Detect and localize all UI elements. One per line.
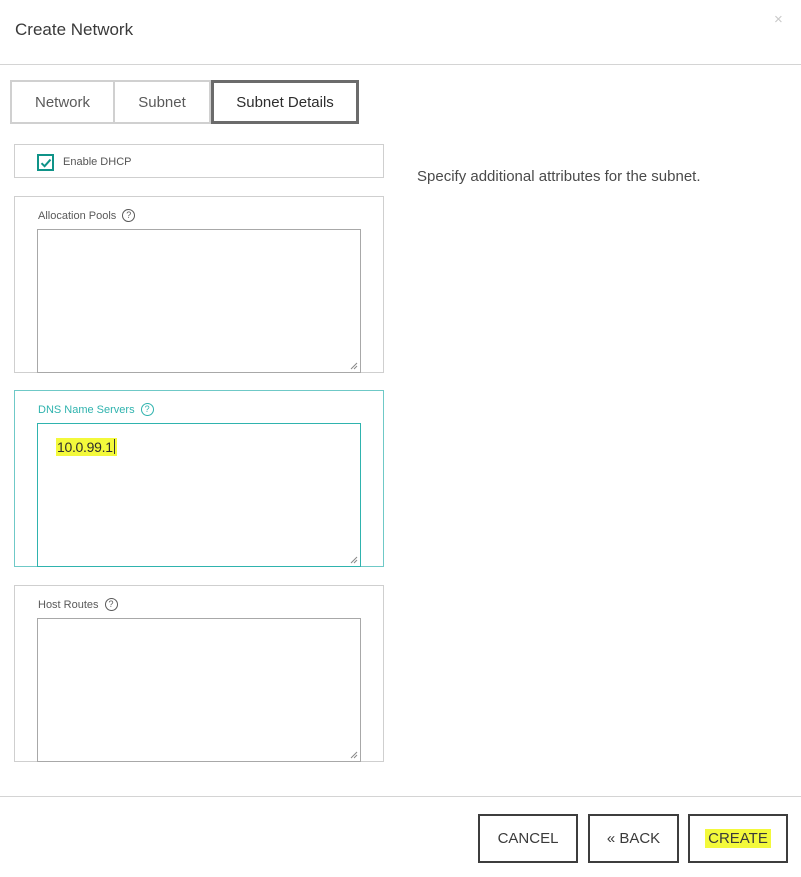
help-icon[interactable]: ?: [140, 403, 154, 416]
enable-dhcp-checkbox[interactable]: [37, 154, 54, 171]
create-button[interactable]: CREATE: [688, 814, 788, 863]
host-routes-label: Host Routes: [38, 598, 99, 611]
host-routes-group: Host Routes ?: [14, 585, 384, 762]
dns-name-servers-label: DNS Name Servers: [38, 403, 135, 416]
host-routes-textarea[interactable]: [37, 618, 361, 762]
host-routes-label-row: Host Routes ?: [38, 598, 118, 611]
close-icon[interactable]: ×: [774, 12, 783, 27]
footer-divider: [0, 796, 801, 797]
tab-subnet-details[interactable]: Subnet Details: [211, 80, 359, 124]
dns-name-servers-value: 10.0.99.1: [56, 438, 117, 456]
dns-name-servers-textarea[interactable]: 10.0.99.1: [37, 423, 361, 567]
dns-name-servers-group: DNS Name Servers ? 10.0.99.1: [14, 390, 384, 567]
dns-name-servers-label-row: DNS Name Servers ?: [38, 403, 154, 416]
wizard-tabs: Network Subnet Subnet Details: [10, 80, 359, 124]
cancel-button[interactable]: CANCEL: [478, 814, 578, 863]
resize-grip-icon[interactable]: [350, 751, 358, 759]
create-button-label: CREATE: [705, 829, 771, 848]
resize-grip-icon[interactable]: [350, 556, 358, 564]
allocation-pools-textarea[interactable]: [37, 229, 361, 373]
dialog-header: Create Network ×: [0, 0, 801, 65]
dns-value-text: 10.0.99.1: [57, 439, 113, 455]
help-icon[interactable]: ?: [122, 209, 136, 222]
tab-subnet[interactable]: Subnet: [115, 80, 211, 124]
resize-grip-icon[interactable]: [350, 362, 358, 370]
dialog-title: Create Network: [15, 20, 134, 39]
allocation-pools-group: Allocation Pools ?: [14, 196, 384, 373]
tab-network[interactable]: Network: [10, 80, 115, 124]
step-description: Specify additional attributes for the su…: [417, 168, 701, 185]
checkmark-icon: [40, 158, 52, 168]
enable-dhcp-group: Enable DHCP: [14, 144, 384, 178]
help-icon[interactable]: ?: [104, 598, 118, 611]
allocation-pools-label-row: Allocation Pools ?: [38, 209, 136, 222]
enable-dhcp-label: Enable DHCP: [63, 156, 132, 168]
allocation-pools-label: Allocation Pools: [38, 209, 117, 222]
back-button[interactable]: « BACK: [588, 814, 679, 863]
text-cursor: [113, 439, 115, 454]
